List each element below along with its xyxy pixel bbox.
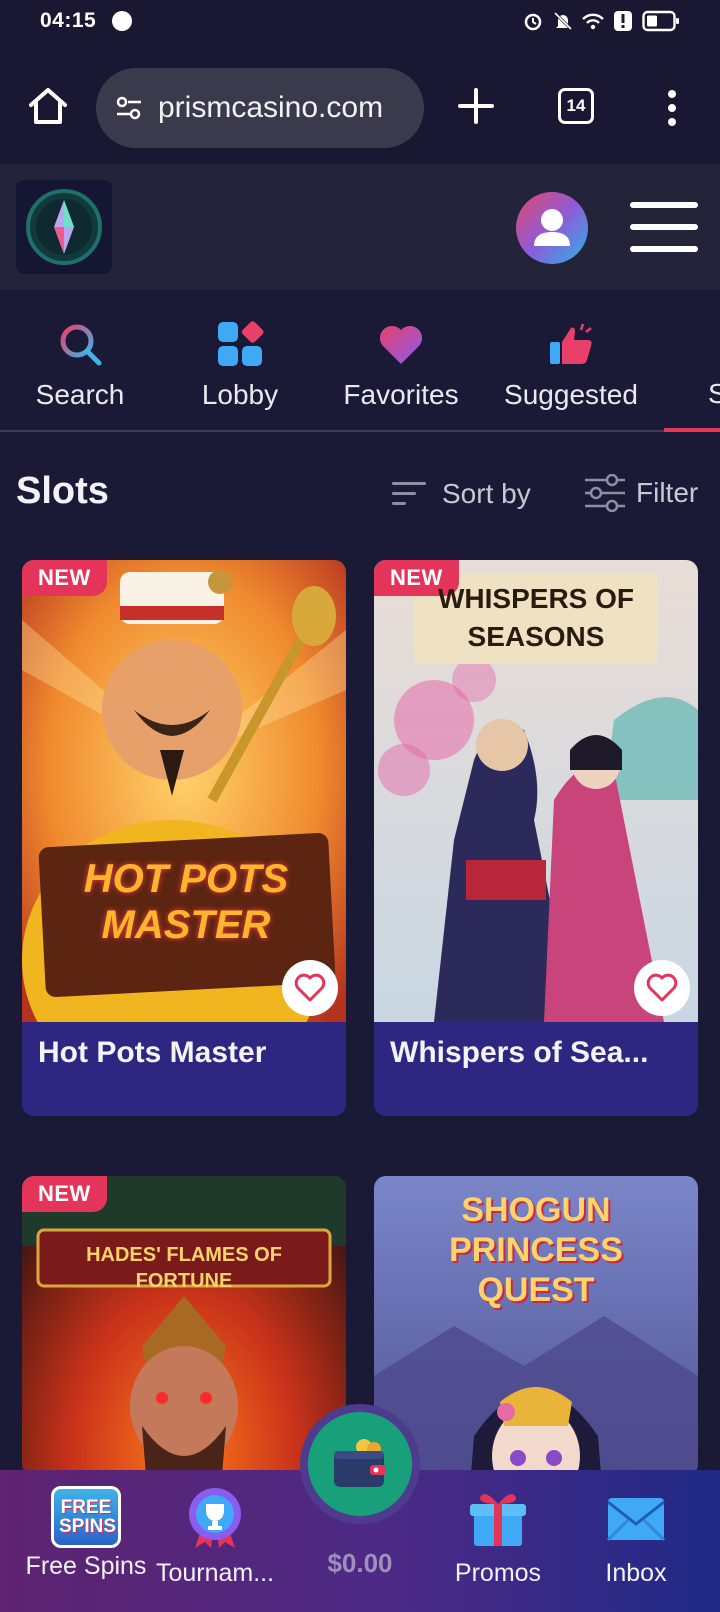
wifi-icon bbox=[582, 13, 604, 30]
heart-outline-icon bbox=[646, 973, 678, 1002]
site-logo[interactable] bbox=[16, 180, 112, 274]
game-card[interactable]: NEW HADES' FLAMES OF FORTUNE bbox=[22, 1176, 346, 1476]
filter-label: Filter bbox=[636, 477, 699, 508]
free-spins-icon: FREE SPINS bbox=[51, 1486, 121, 1548]
category-nav: Search Lobby Favorites Suggested S bbox=[0, 290, 720, 432]
nav-label: Inbox bbox=[605, 1559, 667, 1587]
game-title: Whispers of Sea... bbox=[390, 1036, 649, 1069]
mute-icon bbox=[553, 11, 573, 31]
user-avatar-button[interactable] bbox=[516, 192, 588, 264]
section-title: Slots bbox=[16, 470, 109, 512]
hamburger-menu-icon[interactable] bbox=[630, 202, 698, 254]
nav-inbox[interactable]: Inbox bbox=[586, 1486, 686, 1588]
thumbs-up-icon bbox=[550, 323, 592, 364]
nav-label: Promos bbox=[454, 1559, 542, 1587]
address-bar[interactable]: prismcasino.com bbox=[96, 68, 424, 148]
nav-tournaments[interactable]: Tournam... bbox=[152, 1486, 278, 1588]
trophy-medal-icon bbox=[189, 1488, 241, 1548]
favorite-button[interactable] bbox=[282, 960, 338, 1016]
game-thumbnail bbox=[22, 1176, 346, 1476]
category-lobby[interactable]: Lobby bbox=[190, 320, 290, 411]
new-tab-icon[interactable] bbox=[456, 86, 496, 126]
sort-label: Sort by bbox=[442, 478, 531, 509]
wallet-balance: $0.00 bbox=[327, 1548, 393, 1578]
category-label: Suggested bbox=[504, 379, 638, 410]
sort-button[interactable]: Sort by bbox=[392, 478, 531, 510]
category-label: Favorites bbox=[343, 379, 459, 410]
filter-button[interactable]: Filter bbox=[584, 474, 698, 512]
home-icon[interactable] bbox=[26, 84, 70, 128]
prism-logo-icon bbox=[26, 189, 102, 265]
more-menu-icon[interactable] bbox=[660, 88, 684, 128]
battery-icon bbox=[642, 10, 679, 32]
nav-free-spins[interactable]: FREE SPINS Free Spins bbox=[22, 1486, 150, 1581]
grid-icon bbox=[218, 321, 264, 366]
new-badge: NEW bbox=[22, 560, 107, 596]
favorite-button[interactable] bbox=[634, 960, 690, 1016]
game-card[interactable]: SHOGUN PRINCESS QUEST bbox=[374, 1176, 698, 1476]
game-art-title: WHISPERS OF SEASONS bbox=[437, 583, 634, 652]
game-art-title: SHOGUN PRINCESS QUEST bbox=[449, 1191, 623, 1309]
alarm-icon bbox=[524, 13, 542, 31]
game-thumbnail bbox=[22, 560, 346, 1022]
filter-icon bbox=[585, 474, 625, 512]
site-header bbox=[0, 164, 720, 290]
wallet-icon bbox=[334, 1439, 386, 1487]
mail-icon bbox=[606, 1498, 666, 1542]
search-icon bbox=[60, 324, 102, 366]
heart-outline-icon bbox=[294, 973, 326, 1002]
game-card[interactable]: NEW WHISPERS OF SEASONS Whispers of Sea.… bbox=[374, 560, 698, 1116]
wallet-button-ring bbox=[300, 1404, 420, 1524]
free-spins-icon-text: FREE SPINS bbox=[59, 1497, 117, 1537]
category-label: Search bbox=[35, 379, 125, 410]
nav-label: Tournam... bbox=[155, 1559, 275, 1587]
category-label: Lobby bbox=[201, 379, 279, 410]
game-art-title: HOT POTS MASTER bbox=[83, 857, 289, 947]
active-category-indicator bbox=[664, 428, 720, 432]
site-settings-icon[interactable] bbox=[114, 93, 144, 123]
browser-toolbar: prismcasino.com 14 bbox=[0, 44, 720, 164]
sort-icon bbox=[392, 482, 426, 505]
game-title: Hot Pots Master bbox=[38, 1036, 267, 1069]
game-art-title: HADES' FLAMES OF FORTUNE bbox=[86, 1244, 282, 1292]
url-text: prismcasino.com bbox=[158, 91, 384, 124]
wallet-button[interactable] bbox=[308, 1412, 412, 1516]
category-label-partial[interactable]: S bbox=[708, 378, 720, 410]
category-suggested[interactable]: Suggested bbox=[494, 320, 648, 411]
status-bar: 04:15 bbox=[0, 0, 720, 44]
status-time: 04:15 bbox=[40, 9, 97, 32]
nav-label: Free Spins bbox=[25, 1552, 147, 1580]
alert-icon bbox=[614, 11, 632, 31]
heart-icon bbox=[379, 325, 423, 364]
tab-count: 14 bbox=[566, 96, 586, 115]
nav-promos[interactable]: Promos bbox=[446, 1486, 550, 1588]
game-card[interactable]: NEW HOT POTS MASTER Hot Pots Master bbox=[22, 560, 346, 1116]
category-search[interactable]: Search bbox=[30, 320, 130, 411]
user-icon bbox=[534, 209, 570, 246]
status-icons bbox=[522, 10, 680, 32]
tab-switcher-button[interactable]: 14 bbox=[558, 88, 594, 124]
category-favorites[interactable]: Favorites bbox=[336, 320, 466, 411]
gift-icon bbox=[470, 1494, 526, 1546]
messenger-icon bbox=[112, 11, 132, 31]
new-badge: NEW bbox=[22, 1176, 107, 1212]
